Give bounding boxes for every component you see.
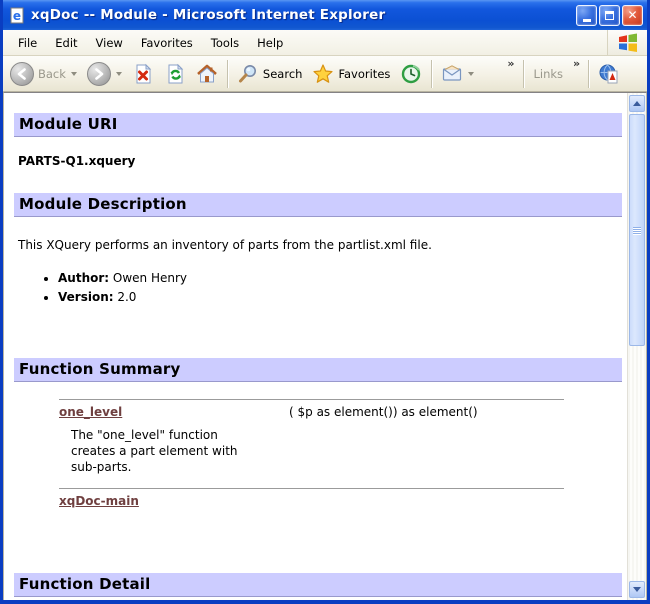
toolbar: Back <box>3 56 647 92</box>
scroll-down-arrow-icon <box>633 587 641 592</box>
function-row: xqDoc-main <box>59 488 564 518</box>
refresh-icon <box>164 63 186 85</box>
history-button[interactable] <box>395 60 427 88</box>
adobe-pdf-button[interactable] <box>593 60 625 88</box>
toolbar-separator <box>227 60 228 88</box>
forward-button[interactable] <box>82 59 127 89</box>
scroll-down-button[interactable] <box>629 581 645 598</box>
window-title: xqDoc -- Module - Microsoft Internet Exp… <box>31 7 576 23</box>
function-signature: ( $p as element()) as element() <box>289 400 564 420</box>
browser-viewport: Module URI PARTS-Q1.xquery Module Descri… <box>3 92 647 600</box>
toolbar-separator <box>588 60 589 88</box>
metadata-version-label: Version: <box>58 290 114 304</box>
ie-document-icon: e <box>9 7 26 24</box>
forward-icon <box>87 62 111 86</box>
function-summary-heading: Function Summary <box>14 358 622 382</box>
links-overflow-chevron[interactable]: » <box>573 58 580 69</box>
module-description-heading: Module Description <box>14 193 622 217</box>
back-dropdown-icon[interactable] <box>71 72 77 76</box>
menu-view[interactable]: View <box>87 33 132 53</box>
metadata-author: Author: Owen Henry <box>58 271 622 285</box>
menu-help[interactable]: Help <box>248 33 292 53</box>
back-icon <box>10 62 34 86</box>
search-button[interactable]: Search <box>232 60 308 88</box>
windows-brand-panel <box>607 30 647 55</box>
function-signature <box>289 488 564 518</box>
browser-window: e xqDoc -- Module - Microsoft Internet E… <box>0 0 650 604</box>
function-description: The "one_level" function creates a part … <box>59 419 249 488</box>
stop-icon <box>132 63 154 85</box>
mail-button[interactable] <box>436 60 479 88</box>
windows-logo-icon <box>616 31 640 55</box>
close-button[interactable]: ✕ <box>622 5 643 26</box>
document-page: Module URI PARTS-Q1.xquery Module Descri… <box>4 93 627 600</box>
toolbar-overflow-chevron[interactable]: » <box>507 58 514 69</box>
toolbar-separator <box>523 60 524 88</box>
metadata-version-value: 2.0 <box>117 290 136 304</box>
module-metadata-list: Author: Owen Henry Version: 2.0 <box>58 271 622 304</box>
mail-icon <box>441 63 463 85</box>
menu-favorites[interactable]: Favorites <box>132 33 202 53</box>
vertical-scrollbar[interactable] <box>627 93 646 600</box>
search-label: Search <box>263 67 303 81</box>
close-icon: ✕ <box>627 9 637 21</box>
mail-dropdown-icon[interactable] <box>468 72 474 76</box>
menu-bar: File Edit View Favorites Tools Help <box>3 30 647 56</box>
metadata-author-value: Owen Henry <box>113 271 187 285</box>
module-uri-value: PARTS-Q1.xquery <box>18 154 622 168</box>
toolbar-separator <box>431 60 432 88</box>
metadata-author-label: Author: <box>58 271 109 285</box>
function-detail-heading: Function Detail <box>14 573 622 597</box>
module-description-text: This XQuery performs an inventory of par… <box>18 238 622 252</box>
menu-file[interactable]: File <box>9 33 46 53</box>
minimize-icon <box>583 19 591 22</box>
svg-text:e: e <box>13 9 21 23</box>
scroll-up-arrow-icon <box>633 101 641 106</box>
minimize-button[interactable] <box>576 5 597 26</box>
forward-dropdown-icon[interactable] <box>116 72 122 76</box>
scrollbar-grip <box>633 227 641 234</box>
function-summary-table: one_level ( $p as element()) as element(… <box>59 399 564 518</box>
scroll-up-button[interactable] <box>629 95 645 112</box>
home-icon <box>196 63 218 85</box>
adobe-pdf-icon <box>598 63 620 85</box>
favorites-star-icon <box>312 63 334 85</box>
back-button[interactable]: Back <box>5 59 82 89</box>
function-link-one-level[interactable]: one_level <box>59 405 122 419</box>
search-icon <box>237 63 259 85</box>
module-uri-heading: Module URI <box>14 113 622 137</box>
history-icon <box>400 63 422 85</box>
menu-tools[interactable]: Tools <box>202 33 248 53</box>
menu-edit[interactable]: Edit <box>46 33 86 53</box>
metadata-version: Version: 2.0 <box>58 290 622 304</box>
scrollbar-thumb[interactable] <box>629 114 645 346</box>
back-label: Back <box>38 67 66 81</box>
refresh-button[interactable] <box>159 60 191 88</box>
home-button[interactable] <box>191 60 223 88</box>
maximize-icon <box>605 11 614 20</box>
title-bar: e xqDoc -- Module - Microsoft Internet E… <box>3 0 647 30</box>
favorites-button[interactable]: Favorites <box>307 60 395 88</box>
function-description-row: The "one_level" function creates a part … <box>59 419 564 488</box>
stop-button[interactable] <box>127 60 159 88</box>
function-link-xqdoc-main[interactable]: xqDoc-main <box>59 494 139 508</box>
links-label[interactable]: Links <box>534 67 564 81</box>
function-row: one_level ( $p as element()) as element(… <box>59 400 564 420</box>
favorites-label: Favorites <box>338 67 390 81</box>
maximize-button[interactable] <box>599 5 620 26</box>
